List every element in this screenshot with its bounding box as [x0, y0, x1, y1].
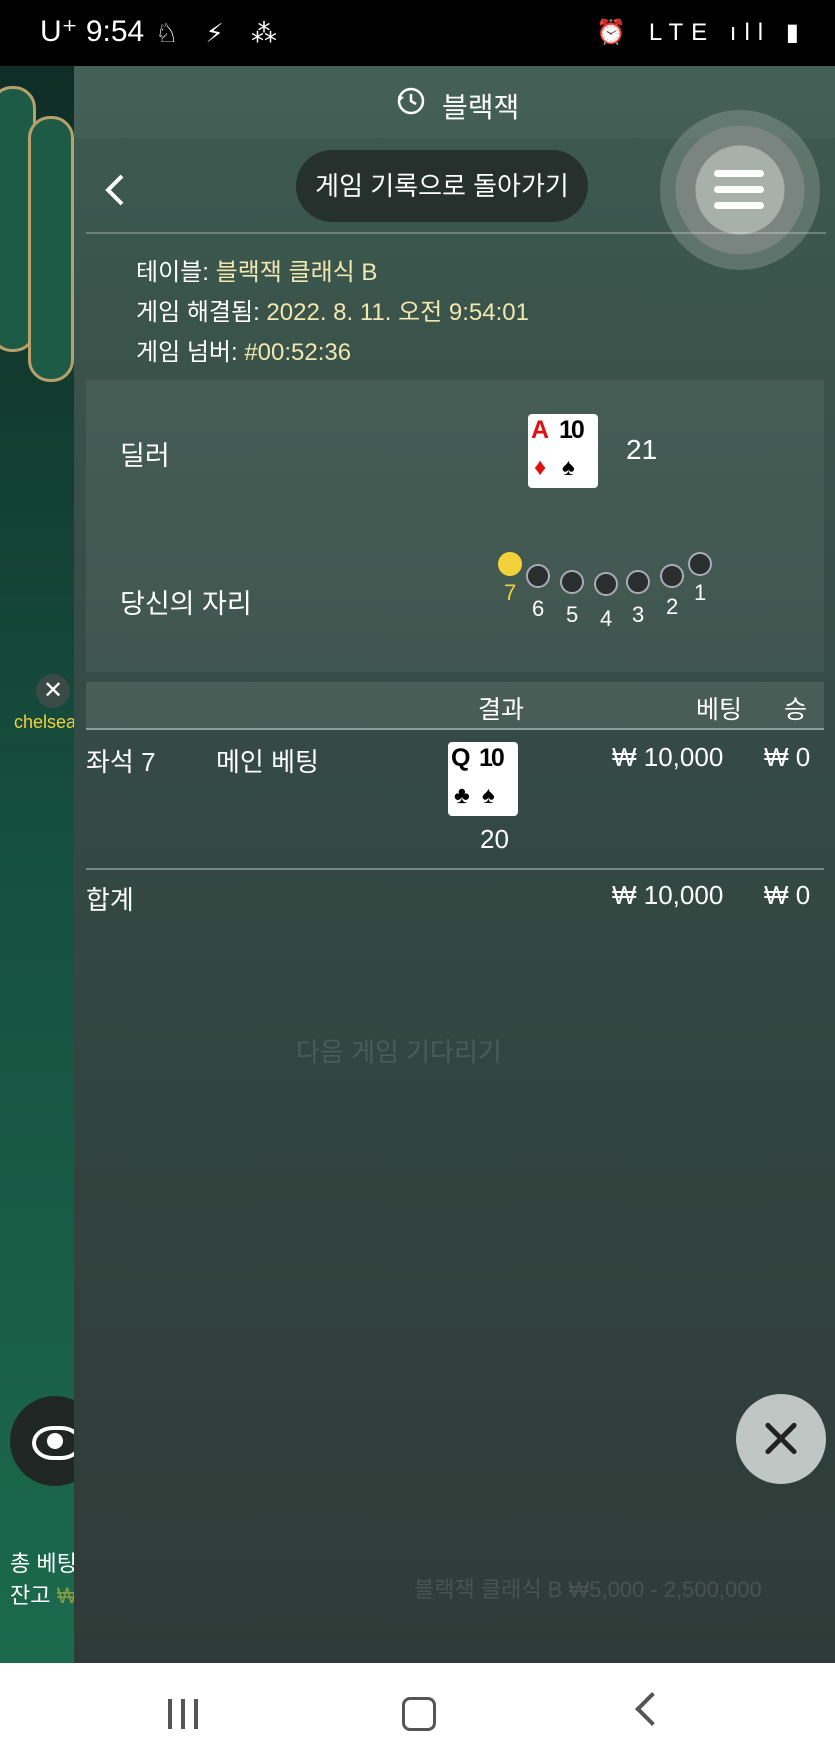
row-score: 20: [480, 824, 509, 854]
seat-number: 6: [532, 596, 545, 621]
back-to-history-button[interactable]: 게임 기록으로 돌아가기: [296, 150, 588, 222]
system-icons: ⏰ LTE ıll ▮: [596, 19, 807, 46]
info-table: 테이블: 블랙잭 클래식 B: [136, 259, 378, 286]
status-carrier-time: U⁺ 9:54: [40, 15, 145, 48]
seat-number: 5: [566, 602, 579, 627]
navigation-bar: [0, 1663, 835, 1763]
seat-label: 당신의 자리: [120, 589, 252, 619]
notification-icons: ♘ ⚡ ⁂: [155, 18, 288, 48]
seat-dot-7: [498, 552, 522, 576]
info-resolved: 게임 해결됨: 2022. 8. 11. 오전 9:54:01: [136, 299, 529, 326]
recents-icon[interactable]: [168, 1699, 202, 1729]
player-name: chelsea: [14, 712, 77, 732]
seat-number: 3: [632, 602, 645, 627]
seat-number: 2: [666, 594, 679, 619]
header-bet: 베팅: [696, 696, 743, 724]
row-bet: ₩ 10,000: [612, 742, 724, 772]
seat-number: 1: [694, 580, 707, 605]
seat-number: 4: [600, 606, 613, 631]
header-win: 승: [784, 696, 808, 724]
menu-bar: [714, 170, 764, 177]
row-seat: 좌석 7: [86, 747, 156, 777]
faded-wait-text: 다음 게임 기다리기: [296, 1037, 502, 1067]
dealer-label: 딜러: [120, 441, 170, 471]
total-label: 합계: [86, 885, 134, 915]
row-bet-type: 메인 베팅: [216, 747, 319, 777]
seat-dot-4: [594, 572, 618, 596]
seat-dot-5: [560, 570, 584, 594]
menu-bar: [714, 186, 764, 193]
dealer-score: 21: [626, 434, 658, 465]
total-bet: ₩ 10,000: [612, 880, 724, 910]
seat-dot-2: [660, 564, 684, 588]
divider: [86, 868, 824, 870]
chevron-left-icon[interactable]: [96, 166, 132, 214]
history-icon: [397, 87, 425, 115]
remove-player-icon[interactable]: ✕: [36, 674, 70, 708]
header-result: 결과: [478, 696, 525, 724]
table-limits-watermark: 블랙잭 클래식 B ₩5,000 - 2,500,000: [414, 1577, 762, 1602]
seat-number: 7: [504, 580, 517, 605]
row-win: ₩ 0: [764, 742, 811, 772]
decor-arches: [0, 86, 80, 466]
hamburger-icon[interactable]: [660, 110, 820, 270]
menu-bar: [714, 202, 764, 209]
arch-decor: [28, 116, 74, 382]
seat-dot-3: [626, 570, 650, 594]
seat-dot-1: [688, 552, 712, 576]
close-icon[interactable]: [736, 1394, 826, 1484]
table-header: 결과 베팅 승: [86, 682, 824, 730]
divider: [86, 232, 826, 234]
info-game-number: 게임 넘버: #00:52:36: [136, 339, 352, 366]
dealer-seat-box: 딜러 A ♦ 10 ♠ 21 당신의 자리 7 6 5 4 3 2 1: [86, 380, 824, 672]
home-icon[interactable]: [402, 1697, 436, 1731]
dealer-card: 10 ♠: [556, 414, 598, 488]
total-win: ₩ 0: [764, 880, 811, 910]
eye-pupil: [47, 1433, 63, 1449]
seat-dot-6: [526, 564, 550, 588]
back-icon[interactable]: [635, 1692, 669, 1726]
panel-title: 블랙잭: [442, 92, 520, 123]
status-bar: U⁺ 9:54 ♘ ⚡ ⁂ ⏰ LTE ıll ▮: [0, 0, 835, 66]
player-card: 10 ♠: [476, 742, 518, 816]
history-panel: 블랙잭 게임 기록으로 돌아가기 테이블: 블랙잭 클래식 B 게임 해결됨: …: [74, 66, 835, 1663]
